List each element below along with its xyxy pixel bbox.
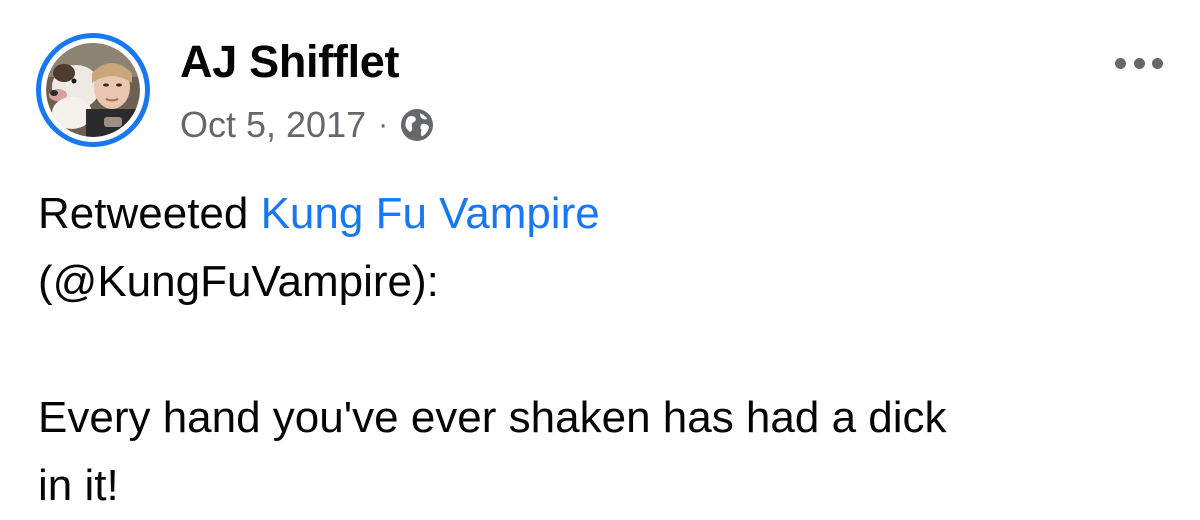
more-options-button[interactable] [1115, 56, 1163, 70]
author-name[interactable]: AJ Shifflet [180, 36, 400, 88]
retweet-handle: (@KungFuVampire): [38, 257, 439, 306]
retweet-line: Retweeted Kung Fu Vampire [38, 180, 1168, 248]
post-card: AJ Shifflet Oct 5, 2017 · Retweeted Kung… [0, 0, 1200, 515]
post-body-line: Every hand you've ever shaken has had a … [38, 393, 947, 442]
avatar[interactable] [36, 33, 150, 147]
avatar-photo [46, 43, 140, 137]
meta-separator: · [378, 108, 389, 141]
post-date[interactable]: Oct 5, 2017 [180, 104, 366, 146]
ellipsis-icon [1115, 57, 1126, 69]
ellipsis-icon [1152, 57, 1163, 69]
post-text: Retweeted Kung Fu Vampire (@KungFuVampir… [38, 180, 1168, 520]
retweet-author-link[interactable]: Kung Fu Vampire [261, 189, 600, 238]
post-body-line: in it! [38, 461, 119, 510]
retweet-prefix: Retweeted [38, 189, 261, 238]
globe-icon[interactable] [400, 108, 434, 142]
post-meta: Oct 5, 2017 · [180, 103, 434, 147]
ellipsis-icon [1133, 57, 1145, 69]
